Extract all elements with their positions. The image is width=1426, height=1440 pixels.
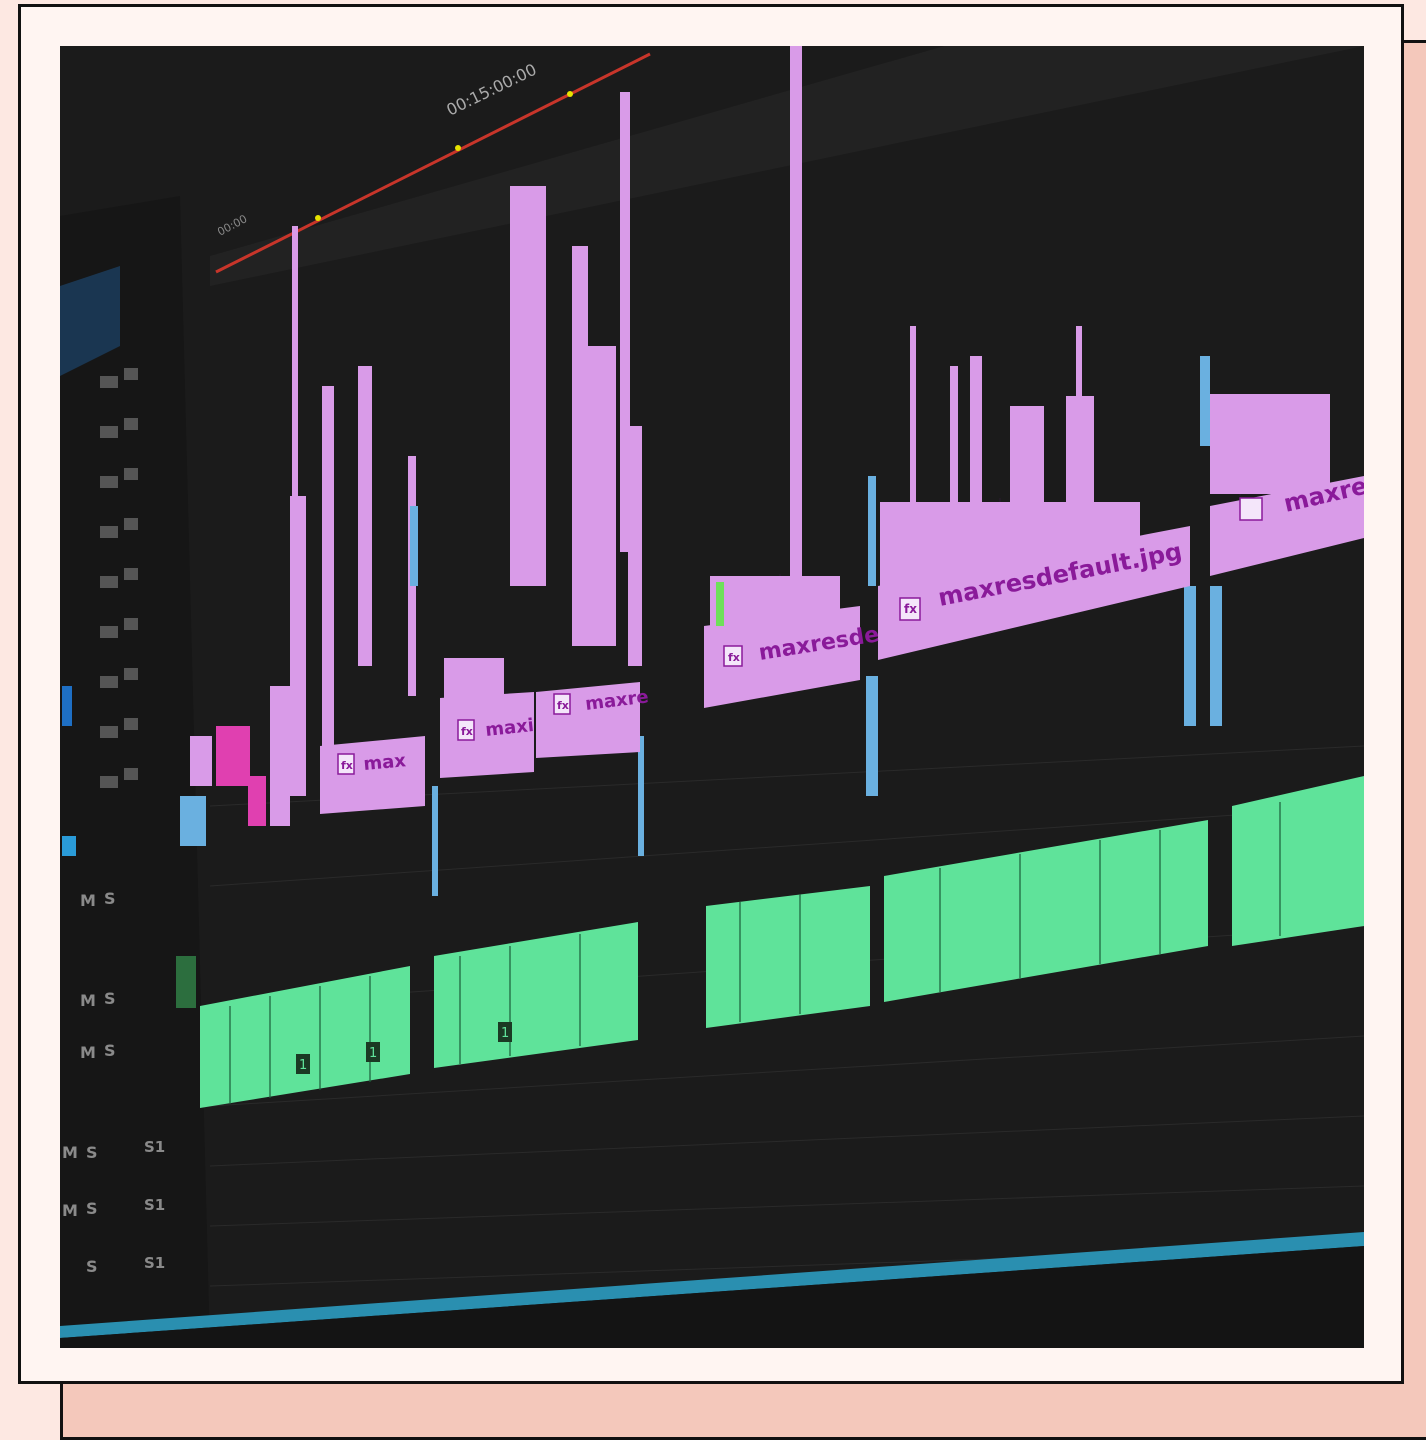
clip-label-max: max: [363, 750, 408, 775]
svg-text:fx: fx: [341, 759, 353, 772]
editing-timeline-photo: 00:15:00:00 00:00 M S M S M S M S S1 M S…: [60, 46, 1364, 1348]
svg-text:fx: fx: [557, 699, 569, 712]
svg-text:M: M: [80, 991, 96, 1010]
svg-text:S1: S1: [144, 1254, 165, 1272]
svg-text:M: M: [80, 891, 96, 910]
svg-text:M: M: [62, 1201, 78, 1220]
svg-text:S: S: [104, 1041, 116, 1060]
svg-text:fx: fx: [904, 602, 917, 616]
timeline-scene: 00:15:00:00 00:00 M S M S M S M S S1 M S…: [60, 46, 1364, 1348]
svg-text:S: S: [104, 989, 116, 1008]
svg-text:fx: fx: [728, 651, 740, 664]
svg-text:S: S: [86, 1143, 98, 1162]
svg-text:S1: S1: [144, 1196, 165, 1214]
svg-text:M: M: [80, 1043, 96, 1062]
svg-text:S: S: [86, 1199, 98, 1218]
svg-text:M: M: [62, 1143, 78, 1162]
svg-text:S: S: [104, 889, 116, 908]
svg-text:1: 1: [369, 1046, 377, 1061]
svg-text:S: S: [86, 1257, 98, 1276]
svg-text:1: 1: [299, 1058, 307, 1073]
svg-text:1: 1: [501, 1026, 509, 1041]
svg-text:S1: S1: [144, 1138, 165, 1156]
svg-text:fx: fx: [461, 725, 473, 738]
